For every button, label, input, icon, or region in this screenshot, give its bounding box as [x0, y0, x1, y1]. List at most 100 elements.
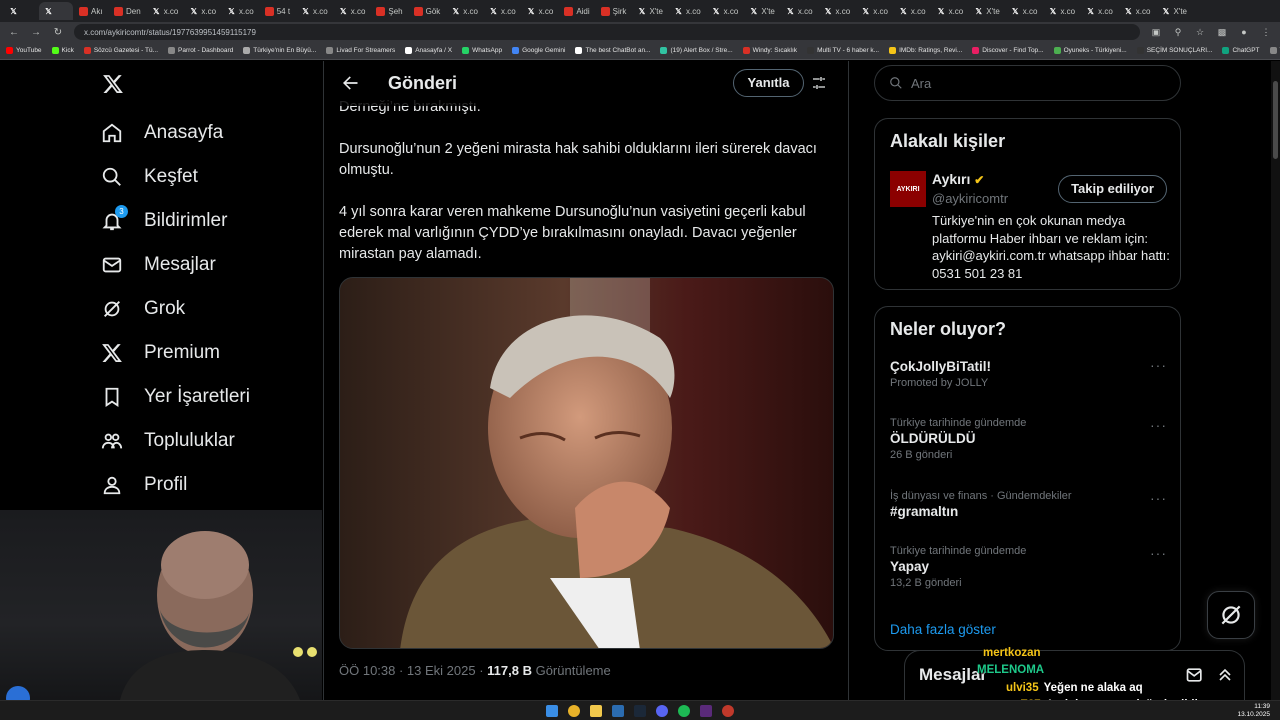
bookmark-item[interactable]: SEÇİM SONUÇLARI... [1136, 47, 1212, 54]
page-scrollbar[interactable] [1271, 61, 1280, 700]
bookmark-item[interactable]: Kick [51, 47, 74, 54]
browser-tab[interactable]: 𝕏x.co [819, 2, 856, 20]
steam-icon[interactable] [634, 705, 646, 717]
browser-tab[interactable]: 𝕏x.co [894, 2, 931, 20]
browser-tab[interactable]: Şeh [371, 2, 407, 20]
avatar[interactable]: AYKIRI [890, 171, 926, 207]
file-explorer-icon[interactable] [590, 705, 602, 717]
more-options-icon[interactable]: ··· [1150, 357, 1167, 373]
browser-tab[interactable]: 𝕏x.co [856, 2, 893, 20]
browser-tab[interactable]: 𝕏x.co [669, 2, 706, 20]
start-menu-icon[interactable] [546, 705, 558, 717]
nav-item-communities[interactable]: Topluluklar [100, 421, 235, 461]
x-logo-icon[interactable] [102, 73, 124, 95]
bookmark-item[interactable]: WhatsApp [462, 47, 502, 54]
menu-icon[interactable]: ⋮ [1260, 27, 1272, 38]
browser-tab[interactable]: 𝕏x.co [484, 2, 521, 20]
app-icon[interactable] [612, 705, 624, 717]
browser-tab[interactable]: 𝕏x.co [446, 2, 483, 20]
nav-item-home[interactable]: Anasayfa [100, 113, 223, 153]
nav-item-bookmark[interactable]: Yer İşaretleri [100, 377, 250, 417]
browser-tab[interactable]: 𝕏x.co [147, 2, 184, 20]
system-clock[interactable]: 11:39 13.10.2025 [1237, 703, 1270, 719]
cast-icon[interactable]: ▣ [1150, 27, 1162, 38]
bookmark-item[interactable]: Livad For Streamers [326, 47, 395, 54]
discord-icon[interactable] [656, 705, 668, 717]
browser-tab[interactable]: Gök [409, 2, 446, 20]
bookmark-item[interactable]: Türkiye'nin En Büyü... [243, 47, 316, 54]
bookmark-item[interactable]: Tüm Yer İşaretleri [1269, 47, 1280, 54]
browser-tab[interactable]: 𝕏x.co [1043, 2, 1080, 20]
bookmark-item[interactable]: Anasayfa / X [405, 47, 452, 54]
trend-item[interactable]: ÇokJollyBiTatil! Promoted by JOLLY ··· [890, 357, 1167, 389]
new-message-icon[interactable] [1185, 665, 1205, 685]
bookmark-star-icon[interactable]: ☆ [1194, 27, 1206, 38]
search-box[interactable]: Ara [874, 65, 1181, 101]
bookmark-item[interactable]: Sözcü Gazetesi - Tü... [83, 47, 158, 54]
profile-avatar-icon[interactable]: ● [1238, 27, 1250, 37]
bookmark-item[interactable]: Oyuneks - Türkiyeni... [1053, 47, 1127, 54]
filter-settings-icon[interactable] [811, 75, 827, 91]
nav-item-profile[interactable]: Profil [100, 465, 187, 505]
spotify-icon[interactable] [678, 705, 690, 717]
back-nav-icon[interactable]: ← [8, 27, 20, 38]
forward-nav-icon[interactable]: → [30, 27, 42, 38]
nav-item-search[interactable]: Keşfet [100, 157, 198, 197]
browser-tab[interactable]: 54 t [260, 2, 295, 20]
browser-tab[interactable]: 𝕏 X'te [969, 2, 1005, 20]
app-icon[interactable] [722, 705, 734, 717]
browser-tab[interactable]: Aidi [559, 2, 594, 20]
browser-tab[interactable]: Şirk [596, 2, 632, 20]
extensions-icon[interactable]: ▩ [1216, 27, 1228, 38]
browser-tab[interactable]: Akı [74, 2, 108, 20]
trend-item[interactable]: İş dünyası ve finans · Gündemdekiler #gra… [890, 490, 1167, 519]
reply-button[interactable]: Yanıtla [733, 69, 804, 97]
browser-tab[interactable]: 𝕏 X'te [632, 2, 668, 20]
browser-tab[interactable]: 𝕏 [39, 2, 73, 20]
chrome-icon[interactable] [568, 705, 580, 717]
browser-tab[interactable]: 𝕏x.co [522, 2, 559, 20]
bookmark-item[interactable]: Discover - Find Top... [972, 47, 1044, 54]
more-options-icon[interactable]: ··· [1150, 490, 1167, 506]
reload-icon[interactable]: ↻ [52, 27, 64, 38]
nav-item-grok[interactable]: Grok [100, 289, 185, 329]
browser-tab[interactable]: 𝕏x.co [1006, 2, 1043, 20]
more-options-icon[interactable]: ··· [1150, 545, 1167, 561]
bookmark-item[interactable]: Parrot - Dashboard [168, 47, 233, 54]
browser-tab[interactable]: 𝕏x.co [222, 2, 259, 20]
trend-item[interactable]: Türkiye tarihinde gündemde Yapay 13,2 B gö… [890, 545, 1167, 589]
nav-item-x[interactable]: Premium [100, 333, 220, 373]
nav-item-mail[interactable]: Mesajlar [100, 245, 216, 285]
browser-tab[interactable]: 𝕏x.co [296, 2, 333, 20]
following-button[interactable]: Takip ediliyor [1058, 175, 1167, 203]
browser-tab[interactable]: 𝕏x.co [334, 2, 371, 20]
url-input[interactable]: x.com/aykiricomtr/status/197763995145911… [74, 24, 1140, 40]
collapse-chevrons-icon[interactable] [1215, 665, 1235, 685]
browser-tab[interactable]: 𝕏 X'te [1156, 2, 1192, 20]
bookmark-item[interactable]: Google Gemini [512, 47, 565, 54]
bookmark-item[interactable]: The best ChatBot an... [575, 47, 650, 54]
browser-tab[interactable]: 𝕏x.co [184, 2, 221, 20]
more-options-icon[interactable]: ··· [1150, 417, 1167, 433]
bookmark-item[interactable]: ChatGPT [1222, 47, 1260, 54]
browser-tab[interactable]: 𝕏x.co [707, 2, 744, 20]
scrollbar-thumb[interactable] [1273, 81, 1278, 159]
trend-item[interactable]: Türkiye tarihinde gündemde ÖLDÜRÜLDÜ 26 B … [890, 417, 1167, 461]
bookmark-item[interactable]: Multi TV - 6 haber k... [807, 47, 879, 54]
browser-tab[interactable]: 𝕏x.co [1119, 2, 1156, 20]
post-photo[interactable] [339, 277, 834, 649]
browser-tab[interactable]: 𝕏 X'te [744, 2, 780, 20]
browser-tab[interactable]: 𝕏x.co [781, 2, 818, 20]
back-arrow-icon[interactable] [340, 73, 360, 93]
person-handle[interactable]: @aykiricomtr [932, 191, 1008, 206]
zoom-icon[interactable]: ⚲ [1172, 27, 1184, 38]
nav-item-bell[interactable]: 3 Bildirimler [100, 201, 227, 241]
show-more-link[interactable]: Daha fazla göster [890, 622, 996, 637]
app-icon[interactable] [700, 705, 712, 717]
bookmark-item[interactable]: Windy: Sıcaklık [742, 47, 797, 54]
bookmark-item[interactable]: YouTube [6, 47, 42, 54]
browser-tab[interactable]: 𝕏 [4, 2, 38, 20]
bookmark-item[interactable]: (19) Alert Box / Stre... [660, 47, 733, 54]
browser-tab[interactable]: 𝕏x.co [1081, 2, 1118, 20]
person-name[interactable]: Aykırı ✔ [932, 171, 984, 187]
